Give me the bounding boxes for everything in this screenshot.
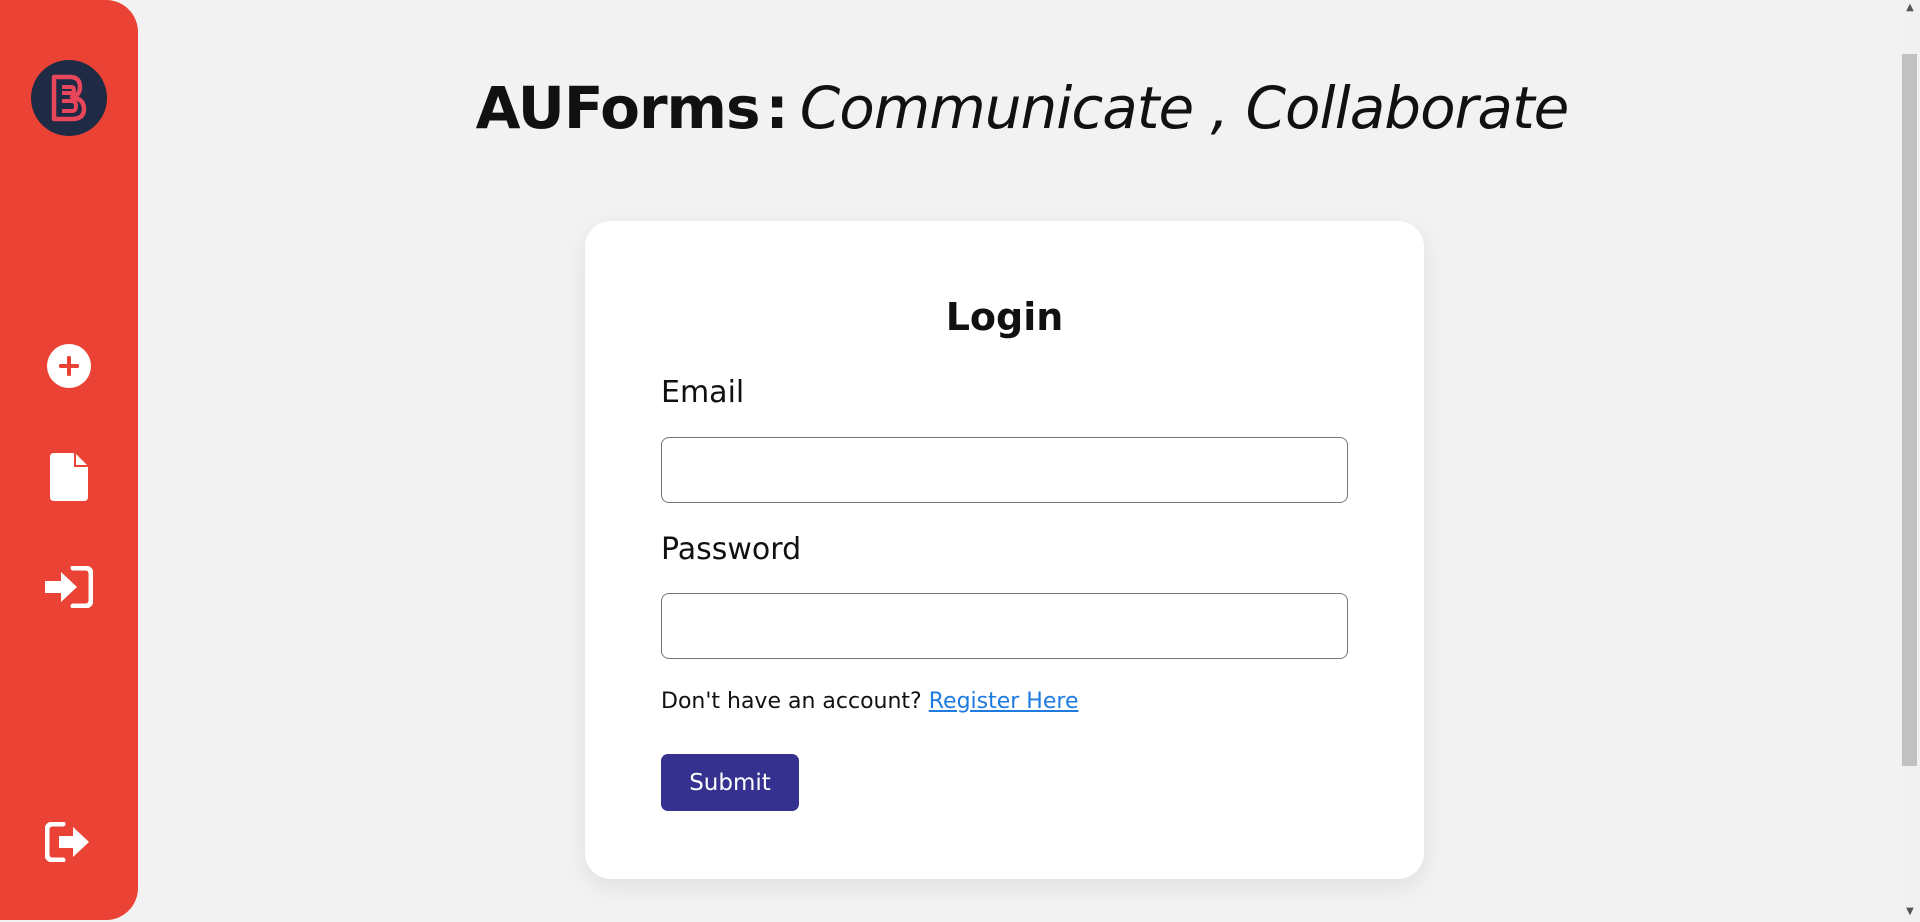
register-prompt-line: Don't have an account? Register Here [661, 689, 1078, 714]
submit-button[interactable]: Submit [661, 754, 799, 811]
login-card: Login Email Password Don't have an accou… [585, 221, 1424, 879]
password-field[interactable] [661, 593, 1348, 659]
login-title: Login [945, 295, 1064, 339]
scroll-up-icon[interactable]: ▲ [1904, 2, 1916, 14]
register-link[interactable]: Register Here [929, 689, 1079, 714]
file-icon [50, 453, 88, 501]
logout-button[interactable] [44, 817, 94, 867]
plus-circle-icon [47, 344, 91, 388]
password-label: Password [661, 532, 802, 567]
email-field[interactable] [661, 437, 1348, 503]
forms-button[interactable] [44, 452, 94, 502]
brand-name: AUForms [475, 74, 761, 142]
create-form-button[interactable] [44, 341, 94, 391]
email-label: Email [661, 375, 745, 410]
sign-out-icon [45, 822, 89, 862]
register-prompt: Don't have an account? [661, 689, 922, 714]
scrollbar-thumb[interactable] [1902, 54, 1917, 766]
sign-in-icon [45, 566, 93, 608]
tagline: Communicate , Collaborate [799, 74, 1570, 142]
scrollbar[interactable]: ▲ ▼ [1900, 0, 1920, 922]
title-separator: : [765, 74, 789, 142]
scroll-down-icon[interactable]: ▼ [1904, 906, 1916, 918]
login-button[interactable] [44, 562, 94, 612]
page-title: AUForms: Communicate , Collaborate [0, 74, 1920, 142]
